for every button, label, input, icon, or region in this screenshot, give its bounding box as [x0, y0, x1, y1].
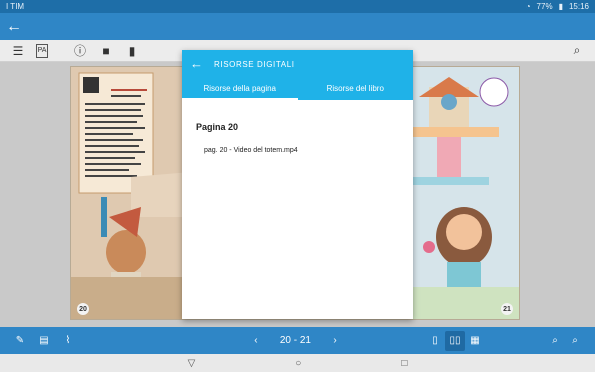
nav-home-icon[interactable]: ○ — [295, 358, 301, 369]
page-number-right: 21 — [501, 303, 513, 315]
clock-label: 15:16 — [568, 2, 589, 11]
nav-recents-icon[interactable]: □ — [401, 358, 407, 369]
status-bar: I TIM ◔ 77% ▮ 15:16 — [0, 0, 595, 13]
search-icon[interactable]: ⌕ — [569, 43, 585, 59]
battery-icon: ▮ — [558, 2, 563, 11]
digital-resources-dialog: ← RISORSE DIGITALI Risorse della pagina … — [182, 50, 413, 319]
back-arrow-icon[interactable]: ← — [6, 18, 22, 35]
tab-page-resources[interactable]: Risorse della pagina — [182, 81, 298, 100]
tab-book-resources[interactable]: Risorse del libro — [298, 81, 414, 100]
folder-icon[interactable]: ■ — [98, 43, 114, 59]
dialog-header: ← RISORSE DIGITALI Risorse della pagina … — [182, 50, 413, 100]
menu-icon[interactable]: ☰ — [10, 43, 26, 59]
dialog-back-icon[interactable]: ← — [190, 56, 203, 71]
zoom-out-icon[interactable]: ⌕ — [545, 331, 565, 351]
double-page-icon[interactable]: ▯▯ — [445, 330, 465, 351]
previous-page-icon[interactable]: ‹ — [246, 331, 266, 351]
zoom-in-icon[interactable]: ⌕ — [565, 331, 585, 351]
carrier-label: I TIM — [6, 2, 25, 11]
single-page-icon[interactable]: ▯ — [425, 331, 445, 351]
dialog-title: RISORSE DIGITALI — [214, 60, 295, 69]
section-title: Pagina 20 — [196, 122, 239, 132]
wifi-icon: ◔ — [525, 2, 531, 11]
grid-view-icon[interactable]: ▦ — [465, 331, 485, 351]
attachment-icon[interactable]: ⌇ — [58, 331, 78, 351]
notes-icon[interactable]: ▤ — [34, 331, 54, 351]
bookmark-icon[interactable]: ▮ — [124, 43, 140, 59]
battery-label: 77% — [536, 2, 553, 11]
dialog-body: Pagina 20 pag. 20 - Video del totem.mp4 — [182, 100, 413, 176]
nav-back-icon[interactable]: ▽ — [188, 358, 196, 369]
bottom-bar: ✎ ▤ ⌇ ‹ 20 - 21 › ▯ ▯▯ ▦ ⌕ ⌕ — [0, 327, 595, 354]
page-number-left: 20 — [77, 303, 89, 315]
next-page-icon[interactable]: › — [325, 331, 345, 351]
page-label: PA — [37, 47, 47, 54]
page-view-icon[interactable]: PA — [36, 43, 48, 58]
dialog-tabs: Risorse della pagina Risorse del libro — [182, 81, 413, 100]
resource-item[interactable]: pag. 20 - Video del totem.mp4 — [196, 147, 399, 154]
app-bar: ← — [0, 13, 595, 40]
pencil-icon[interactable]: ✎ — [10, 331, 30, 351]
page-range: 20 - 21 — [279, 335, 311, 346]
info-icon[interactable]: ⓘ — [72, 43, 88, 59]
system-nav-bar: ▽ ○ □ — [0, 354, 595, 372]
